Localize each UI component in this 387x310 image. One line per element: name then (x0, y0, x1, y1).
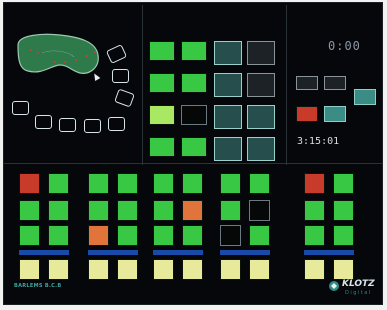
pos-button[interactable] (182, 200, 203, 221)
seat-icon[interactable] (108, 117, 125, 131)
pos-button[interactable] (117, 200, 138, 221)
pos-button[interactable] (249, 200, 270, 221)
pos-button[interactable] (88, 225, 109, 246)
pos-button[interactable] (304, 225, 325, 246)
pos-button[interactable] (249, 225, 270, 246)
center-button[interactable] (149, 137, 175, 157)
pos-button[interactable] (48, 225, 69, 246)
seat-icon[interactable] (114, 88, 135, 108)
seat-icon[interactable] (84, 119, 101, 133)
channel-button[interactable] (214, 105, 242, 129)
table-name-label: BARLEMS B.C.B (14, 283, 62, 289)
pos-button[interactable] (153, 225, 174, 246)
control-button[interactable] (324, 106, 346, 122)
divider-horizontal (4, 163, 382, 164)
brand-logo-icon (329, 281, 339, 291)
brand-name: KLOTZ (342, 279, 375, 289)
pos-button[interactable] (48, 173, 69, 194)
pos-button[interactable] (333, 225, 354, 246)
pos-button[interactable] (48, 200, 69, 221)
clock-top: 0:00 (328, 39, 361, 53)
channel-button[interactable] (247, 73, 275, 97)
section-bar (19, 250, 69, 255)
pos-button[interactable] (48, 259, 69, 280)
divider-top-left (142, 5, 143, 165)
pos-button[interactable] (182, 173, 203, 194)
seat-icon[interactable] (12, 101, 29, 115)
center-button[interactable] (149, 105, 175, 125)
pos-button[interactable] (220, 200, 241, 221)
pos-button[interactable] (88, 259, 109, 280)
pos-button[interactable] (220, 173, 241, 194)
pos-button[interactable] (182, 225, 203, 246)
section-bar (220, 250, 270, 255)
pos-button[interactable] (19, 225, 40, 246)
seat-icon[interactable] (59, 118, 76, 132)
control-button[interactable] (296, 76, 318, 90)
pos-button[interactable] (220, 225, 241, 246)
section-bar (304, 250, 354, 255)
center-button[interactable] (181, 73, 207, 93)
center-button[interactable] (181, 137, 207, 157)
pos-button[interactable] (304, 259, 325, 280)
pos-button[interactable] (333, 173, 354, 194)
pos-button[interactable] (304, 200, 325, 221)
pos-button[interactable] (19, 200, 40, 221)
pos-button[interactable] (19, 259, 40, 280)
pos-button[interactable] (88, 200, 109, 221)
channel-button[interactable] (214, 137, 242, 161)
pos-button[interactable] (88, 173, 109, 194)
center-button[interactable] (181, 105, 207, 125)
pos-button[interactable] (333, 200, 354, 221)
center-button[interactable] (149, 73, 175, 93)
pos-button[interactable] (249, 259, 270, 280)
channel-button[interactable] (247, 41, 275, 65)
intercom-panel: 0:00 3:15:01 BARLEMS B.C.B KLOTZ Digital (3, 2, 383, 305)
brand-sub: Digital (345, 290, 372, 296)
seat-icon[interactable] (35, 115, 52, 129)
clock-time: 3:15:01 (297, 136, 340, 147)
pos-button[interactable] (117, 173, 138, 194)
center-button[interactable] (181, 41, 207, 61)
pos-button[interactable] (153, 173, 174, 194)
seat-icon[interactable] (112, 69, 129, 83)
section-bar (88, 250, 138, 255)
channel-button[interactable] (214, 73, 242, 97)
control-button[interactable] (354, 89, 376, 105)
pos-button[interactable] (117, 259, 138, 280)
pos-button[interactable] (304, 173, 325, 194)
pos-button[interactable] (153, 259, 174, 280)
channel-button[interactable] (247, 105, 275, 129)
center-button[interactable] (149, 41, 175, 61)
control-button[interactable] (296, 106, 318, 122)
pos-button[interactable] (333, 259, 354, 280)
section-bar (153, 250, 203, 255)
pos-button[interactable] (19, 173, 40, 194)
control-button[interactable] (324, 76, 346, 90)
pos-button[interactable] (249, 173, 270, 194)
divider-top-right (286, 5, 287, 165)
pos-button[interactable] (182, 259, 203, 280)
pos-button[interactable] (220, 259, 241, 280)
channel-button[interactable] (214, 41, 242, 65)
pos-button[interactable] (117, 225, 138, 246)
channel-button[interactable] (247, 137, 275, 161)
table-diagram (17, 33, 99, 74)
pos-button[interactable] (153, 200, 174, 221)
